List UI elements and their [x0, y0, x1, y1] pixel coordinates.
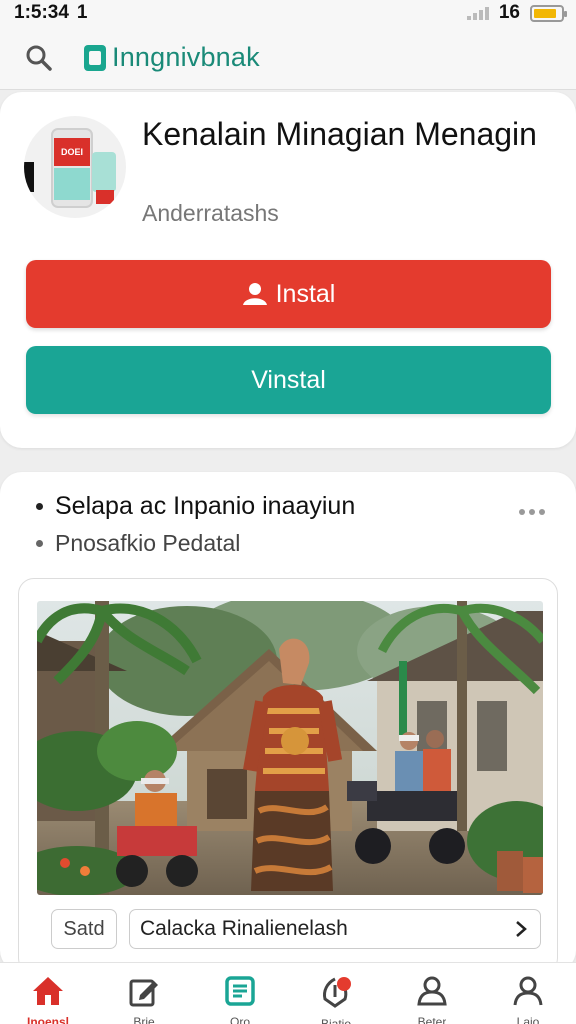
profile-icon — [510, 975, 546, 1007]
nav-edit-label: Brie — [133, 1015, 155, 1024]
battery-level — [534, 8, 557, 18]
nav-people-label: Beter — [417, 1015, 447, 1024]
status-time: 1:5:34 — [14, 2, 69, 23]
battery-icon — [530, 4, 567, 22]
app-icon[interactable]: DOEI — [24, 116, 126, 218]
post-line-2-text: Pnosafkio Pedatal — [55, 530, 241, 556]
chevron-right-icon — [516, 921, 527, 937]
nav-document-label: Oro — [229, 1015, 250, 1024]
app-title: Kenalain Minagian Menagin — [142, 116, 537, 152]
bullet-icon — [36, 503, 43, 510]
status-indicators: 16 — [466, 2, 567, 24]
bottom-nav: Inoensl Brie Oro Biatio Beter Laio — [0, 962, 576, 1024]
post-line-1-text: Selapa ac Inpanio inaayiun — [55, 492, 356, 520]
post-link[interactable]: Calacka Rinalienelash — [129, 909, 541, 949]
nav-home-label: Inoensl — [26, 1015, 69, 1024]
install-button[interactable]: Instal — [26, 260, 551, 328]
nav-people[interactable]: Beter — [384, 963, 480, 1024]
bullet-icon — [36, 540, 43, 547]
post-media-card[interactable]: Satd Calacka Rinalienelash — [18, 578, 558, 974]
nav-edit[interactable]: Brie — [96, 963, 192, 1024]
nav-profile[interactable]: Laio — [480, 963, 576, 1024]
brand[interactable]: Inngnivbnak — [84, 42, 260, 73]
nav-home[interactable]: Inoensl — [0, 963, 96, 1024]
signal-icon — [466, 6, 489, 20]
status-extra: 1 — [76, 2, 88, 23]
people-icon — [414, 975, 450, 1007]
app-icon-screen-text: DOEI — [54, 138, 90, 166]
nav-notifications[interactable]: Biatio — [288, 963, 384, 1024]
signal-label: 16 — [498, 2, 520, 23]
nav-document[interactable]: Oro — [192, 963, 288, 1024]
post-link-text: Calacka Rinalienelash — [140, 917, 348, 940]
install-label: Instal — [275, 279, 336, 308]
nav-notifications-label: Biatio — [320, 1017, 352, 1024]
post-line-1: Selapa ac Inpanio inaayiun — [36, 492, 355, 521]
document-icon — [222, 975, 258, 1007]
post-line-2: Pnosafkio Pedatal — [36, 530, 240, 557]
vinstal-button[interactable]: Vinstal — [26, 346, 551, 414]
search-icon[interactable] — [22, 41, 56, 75]
post-photo[interactable] — [37, 601, 543, 895]
home-icon — [30, 975, 66, 1007]
brand-name: Inngnivbnak — [112, 42, 260, 72]
tag-chip[interactable]: Satd — [51, 909, 117, 949]
status-time-group: 1:5:34 1 — [14, 2, 88, 24]
status-bar: 1:5:34 1 16 — [0, 0, 576, 26]
edit-icon — [126, 975, 162, 1007]
more-options-icon[interactable] — [514, 500, 550, 524]
nav-profile-label: Laio — [516, 1015, 540, 1024]
app-bar: Inngnivbnak — [0, 26, 576, 90]
app-developer: Anderratashs — [142, 200, 279, 226]
user-icon — [242, 283, 267, 305]
notification-icon — [318, 975, 354, 1009]
brand-logo-icon — [84, 44, 106, 71]
vinstal-label: Vinstal — [251, 365, 326, 394]
